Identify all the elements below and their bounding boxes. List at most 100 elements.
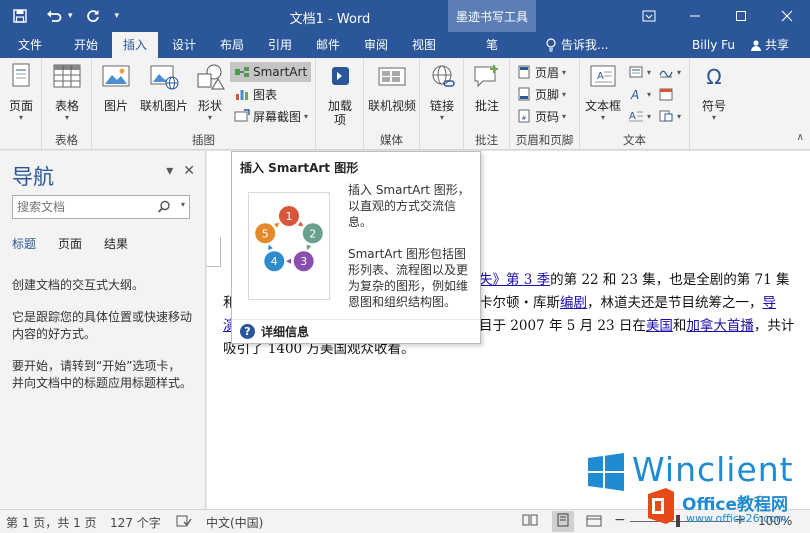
page-number-button[interactable]: # 页码 ▾ bbox=[516, 106, 566, 126]
footer-button[interactable]: 页脚 ▾ bbox=[516, 84, 566, 104]
doc-link-writer[interactable]: 编剧 bbox=[560, 295, 587, 311]
status-word-count[interactable]: 127 个字 bbox=[110, 514, 161, 531]
group-label-comments: 批注 bbox=[475, 133, 498, 147]
quick-parts-icon bbox=[629, 66, 643, 78]
close-button[interactable] bbox=[764, 0, 810, 32]
tab-mailings[interactable]: 邮件 bbox=[306, 32, 350, 58]
search-icon[interactable] bbox=[157, 200, 171, 214]
nav-help-text-2: 它是跟踪您的具体位置或快速移动内容的好方式。 bbox=[12, 310, 193, 341]
doc-link-canada[interactable]: 加拿大首播 bbox=[686, 318, 754, 334]
nav-pane-controls: ▾ ✕ bbox=[166, 163, 195, 179]
header-button[interactable]: 页眉 ▾ bbox=[516, 62, 566, 82]
doc-link-director[interactable]: 导 bbox=[763, 295, 777, 311]
window-controls bbox=[626, 0, 810, 32]
maximize-button[interactable] bbox=[718, 0, 764, 32]
customize-toolbar-icon[interactable]: ▾ bbox=[115, 11, 120, 21]
help-icon: ? bbox=[240, 324, 255, 339]
tab-file[interactable]: 文件 bbox=[8, 32, 52, 58]
group-links: 链接 ▾ bbox=[420, 58, 464, 150]
cycle-node-label: 5 bbox=[262, 227, 269, 240]
doc-text-3e: ，共计 bbox=[753, 318, 795, 334]
minimize-button[interactable] bbox=[672, 0, 718, 32]
ribbon: 页面 ▾ 表格 ▾ 表格 图片 联机图片 形状 ▾ SmartArt 图表 屏幕… bbox=[0, 58, 810, 150]
nav-tab-pages[interactable]: 页面 bbox=[58, 235, 82, 252]
search-dropdown-icon[interactable]: ▾ bbox=[181, 200, 185, 209]
tab-pen[interactable]: 笔 bbox=[470, 32, 514, 58]
comment-button[interactable]: 批注 bbox=[467, 62, 507, 113]
tell-me-box[interactable]: 告诉我... bbox=[545, 32, 608, 58]
status-page-count[interactable]: 第 1 页，共 1 页 bbox=[6, 514, 97, 531]
screenshot-button[interactable]: 屏幕截图 ▾ bbox=[234, 106, 308, 126]
doc-text-3a: 目于 2007 年 5 月 23 日在 bbox=[479, 318, 646, 334]
cycle-arrow bbox=[306, 244, 312, 251]
nav-options-icon[interactable]: ▾ bbox=[166, 163, 173, 179]
tab-home[interactable]: 开始 bbox=[62, 32, 110, 58]
nav-close-icon[interactable]: ✕ bbox=[183, 163, 195, 179]
signature-line-dropdown-icon: ▾ bbox=[677, 67, 682, 77]
shapes-icon bbox=[197, 64, 225, 90]
object-button[interactable]: ▾ bbox=[658, 106, 681, 126]
addins-label-2: 项 bbox=[333, 113, 346, 127]
tab-layout[interactable]: 布局 bbox=[210, 32, 254, 58]
link-button[interactable]: 链接 ▾ bbox=[422, 62, 462, 123]
wordart-button[interactable]: A ▾ bbox=[628, 84, 651, 104]
maximize-icon bbox=[736, 11, 746, 21]
online-video-button[interactable]: 联机视频 bbox=[366, 62, 418, 113]
tab-design[interactable]: 设计 bbox=[162, 32, 206, 58]
smartart-icon bbox=[235, 67, 249, 77]
smartart-button[interactable]: SmartArt bbox=[230, 62, 312, 82]
doc-link-usa[interactable]: 美国 bbox=[646, 318, 673, 334]
save-button[interactable] bbox=[6, 4, 34, 28]
textbox-button[interactable]: A 文本框 ▾ bbox=[582, 62, 624, 123]
table-button[interactable]: 表格 ▾ bbox=[47, 62, 87, 123]
signature-line-button[interactable]: ▾ bbox=[658, 62, 681, 82]
read-mode-icon[interactable] bbox=[522, 514, 538, 529]
tab-insert[interactable]: 插入 bbox=[112, 32, 158, 58]
tooltip-more-info-link[interactable]: ? 详细信息 bbox=[232, 319, 480, 343]
nav-title: 导航 bbox=[12, 165, 54, 189]
doc-text-3c: 和 bbox=[672, 318, 687, 334]
minimize-icon bbox=[690, 15, 700, 17]
proofing-icon[interactable] bbox=[176, 514, 192, 531]
nav-tab-headings[interactable]: 标题 bbox=[12, 235, 36, 252]
collapse-ribbon-icon[interactable]: ∧ bbox=[797, 132, 804, 143]
group-comments: 批注 批注 bbox=[464, 58, 510, 150]
doc-link-season3[interactable]: 第 3 季 bbox=[506, 272, 550, 288]
title-bar: ▾ ▾ 文档1 - Word 墨迹书写工具 bbox=[0, 0, 810, 32]
status-language[interactable]: 中文(中国) bbox=[206, 514, 263, 531]
quick-parts-button[interactable]: ▾ bbox=[628, 62, 651, 82]
doc-line-1: 失》第 3 季的第 22 和 23 集，也是全剧的第 71 集 bbox=[479, 268, 789, 288]
addins-icon bbox=[332, 67, 349, 85]
tooltip-description-1: 插入 SmartArt 图形，以直观的方式交流信息。 bbox=[348, 183, 470, 229]
redo-button[interactable] bbox=[79, 4, 107, 28]
group-illustrations: 图片 联机图片 形状 ▾ SmartArt 图表 屏幕截图 ▾ 插图 bbox=[92, 58, 316, 150]
pages-button[interactable]: 页面 ▾ bbox=[1, 62, 41, 123]
print-layout-icon[interactable] bbox=[552, 511, 574, 532]
picture-button[interactable]: 图片 bbox=[96, 62, 136, 113]
online-picture-button[interactable]: 联机图片 bbox=[138, 62, 190, 113]
shapes-button[interactable]: 形状 ▾ bbox=[190, 62, 230, 123]
nav-tab-results[interactable]: 结果 bbox=[104, 235, 128, 252]
undo-dropdown-icon[interactable]: ▾ bbox=[68, 11, 73, 21]
user-name[interactable]: Billy Fu bbox=[692, 32, 735, 58]
chart-button[interactable]: 图表 bbox=[234, 84, 277, 104]
ribbon-display-options-button[interactable] bbox=[626, 0, 672, 32]
undo-button[interactable] bbox=[40, 4, 68, 28]
picture-icon bbox=[102, 65, 130, 87]
symbol-button[interactable]: Ω 符号 ▾ bbox=[694, 62, 734, 123]
date-time-button[interactable] bbox=[658, 84, 674, 104]
addins-button[interactable]: 加载 项 bbox=[320, 62, 360, 127]
drop-cap-button[interactable]: A ▾ bbox=[628, 106, 651, 126]
share-button[interactable]: 共享 bbox=[750, 32, 789, 58]
group-label-tables: 表格 bbox=[55, 133, 78, 147]
tab-view[interactable]: 视图 bbox=[402, 32, 446, 58]
tab-review[interactable]: 审阅 bbox=[354, 32, 398, 58]
doc-link-lost[interactable]: 失》 bbox=[479, 272, 506, 288]
cycle-arrow bbox=[268, 244, 273, 250]
chart-label: 图表 bbox=[253, 87, 278, 102]
tab-references[interactable]: 引用 bbox=[258, 32, 302, 58]
nav-search-input[interactable] bbox=[13, 196, 153, 218]
addins-label-1: 加载 bbox=[327, 99, 352, 113]
tooltip-title: 插入 SmartArt 图形 bbox=[240, 161, 359, 175]
drop-cap-dropdown-icon: ▾ bbox=[647, 111, 652, 121]
